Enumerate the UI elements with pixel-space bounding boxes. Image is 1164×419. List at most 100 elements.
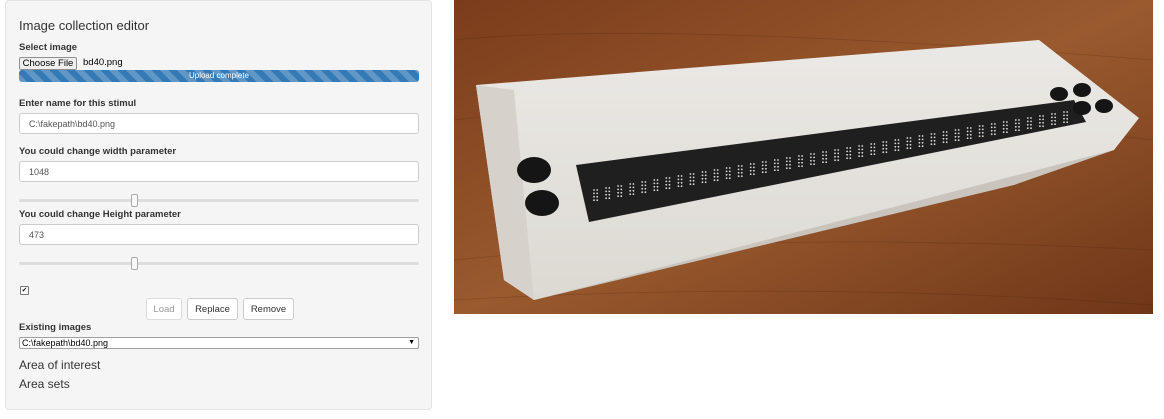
braille-dot bbox=[846, 153, 848, 156]
braille-dot bbox=[798, 161, 800, 164]
braille-dot bbox=[1066, 114, 1069, 117]
braille-dot bbox=[644, 181, 647, 183]
choose-file-button[interactable]: Choose File bbox=[19, 57, 77, 70]
braille-dot bbox=[837, 149, 840, 151]
braille-dot bbox=[1039, 121, 1041, 124]
braille-dot bbox=[1030, 123, 1032, 126]
braille-dot bbox=[593, 192, 595, 195]
braille-dot bbox=[969, 130, 972, 133]
braille-dot bbox=[1054, 113, 1056, 115]
braille-dot bbox=[894, 145, 897, 148]
upload-progress-bar: Upload complete bbox=[19, 70, 419, 82]
braille-dot bbox=[990, 123, 993, 125]
braille-dot bbox=[846, 147, 848, 149]
braille-dot bbox=[1066, 111, 1069, 113]
braille-dot bbox=[918, 135, 921, 137]
height-slider[interactable] bbox=[19, 257, 419, 271]
braille-dot bbox=[753, 169, 755, 172]
braille-dot bbox=[822, 154, 824, 157]
braille-dot bbox=[1063, 111, 1065, 113]
braille-dot bbox=[942, 141, 945, 144]
panel-title: Image collection editor bbox=[19, 18, 150, 33]
braille-dot bbox=[834, 155, 836, 158]
braille-dot bbox=[1066, 121, 1069, 124]
braille-dot bbox=[810, 159, 812, 162]
visibility-checkbox[interactable]: ✔ bbox=[20, 286, 29, 295]
braille-dot bbox=[668, 180, 671, 183]
braille-dot bbox=[789, 160, 791, 163]
braille-dot bbox=[858, 145, 860, 147]
braille-dot bbox=[945, 131, 948, 133]
stimulus-image-preview bbox=[454, 0, 1153, 314]
braille-dot bbox=[918, 145, 921, 148]
braille-dot bbox=[716, 169, 719, 171]
braille-dot bbox=[617, 191, 619, 194]
braille-dot bbox=[1051, 116, 1053, 119]
remove-button[interactable]: Remove bbox=[243, 298, 294, 320]
braille-dot bbox=[785, 167, 788, 170]
braille-dot bbox=[596, 189, 599, 191]
braille-dot bbox=[785, 157, 788, 159]
braille-dot bbox=[1042, 121, 1044, 124]
braille-dot bbox=[894, 149, 897, 152]
braille-dot bbox=[810, 153, 812, 155]
braille-dot bbox=[798, 165, 800, 168]
braille-dot bbox=[677, 181, 680, 184]
braille-dot bbox=[918, 141, 921, 144]
braille-dot bbox=[716, 172, 719, 175]
braille-dot bbox=[933, 133, 936, 135]
load-button[interactable]: Load bbox=[146, 298, 182, 320]
stimulus-name-input[interactable] bbox=[19, 113, 419, 134]
braille-dot bbox=[846, 150, 848, 153]
braille-dot bbox=[930, 133, 933, 135]
braille-dot bbox=[728, 167, 731, 169]
braille-dot bbox=[1006, 121, 1008, 123]
area-sets-heading: Area sets bbox=[19, 377, 70, 391]
height-slider-thumb[interactable] bbox=[131, 257, 138, 270]
braille-dot bbox=[773, 165, 776, 168]
braille-dot bbox=[737, 175, 740, 178]
braille-dot bbox=[981, 131, 984, 134]
braille-dot bbox=[737, 168, 740, 171]
braille-dot bbox=[870, 143, 873, 145]
braille-dot bbox=[641, 187, 644, 190]
braille-dot bbox=[620, 185, 623, 187]
braille-dot bbox=[1026, 127, 1029, 130]
braille-dot bbox=[704, 177, 707, 180]
braille-dot bbox=[632, 193, 635, 196]
braille-dot bbox=[668, 177, 671, 179]
braille-dot bbox=[701, 177, 704, 180]
width-input[interactable] bbox=[19, 161, 419, 182]
braille-dot bbox=[861, 145, 864, 147]
braille-dot bbox=[990, 133, 993, 136]
braille-dot bbox=[653, 185, 656, 188]
braille-dot bbox=[846, 157, 848, 160]
braille-dot bbox=[617, 188, 619, 191]
braille-dot bbox=[725, 170, 728, 173]
braille-dot bbox=[1018, 125, 1020, 128]
width-slider[interactable] bbox=[19, 194, 419, 208]
braille-dot bbox=[725, 177, 728, 180]
braille-dot bbox=[921, 145, 924, 148]
braille-dot bbox=[1026, 120, 1029, 123]
width-slider-thumb[interactable] bbox=[131, 194, 138, 207]
braille-dot bbox=[849, 153, 852, 156]
braille-dot bbox=[749, 166, 752, 169]
braille-dot bbox=[909, 147, 912, 150]
braille-dot bbox=[737, 165, 740, 167]
braille-dot bbox=[870, 146, 873, 149]
replace-button[interactable]: Replace bbox=[187, 298, 238, 320]
braille-dot bbox=[668, 183, 671, 186]
existing-images-select[interactable]: C:\fakepath\bd40.png ▼ bbox=[19, 337, 419, 349]
braille-dot bbox=[1054, 116, 1056, 119]
braille-dot bbox=[906, 137, 909, 139]
left-round-button-top bbox=[517, 157, 551, 183]
height-input[interactable] bbox=[19, 224, 419, 245]
braille-dot bbox=[825, 157, 828, 160]
braille-dot bbox=[957, 135, 960, 138]
braille-dot bbox=[689, 176, 692, 179]
braille-dot bbox=[1018, 129, 1020, 132]
braille-dot bbox=[933, 139, 936, 142]
braille-dot bbox=[620, 195, 623, 198]
braille-dot bbox=[620, 188, 623, 191]
